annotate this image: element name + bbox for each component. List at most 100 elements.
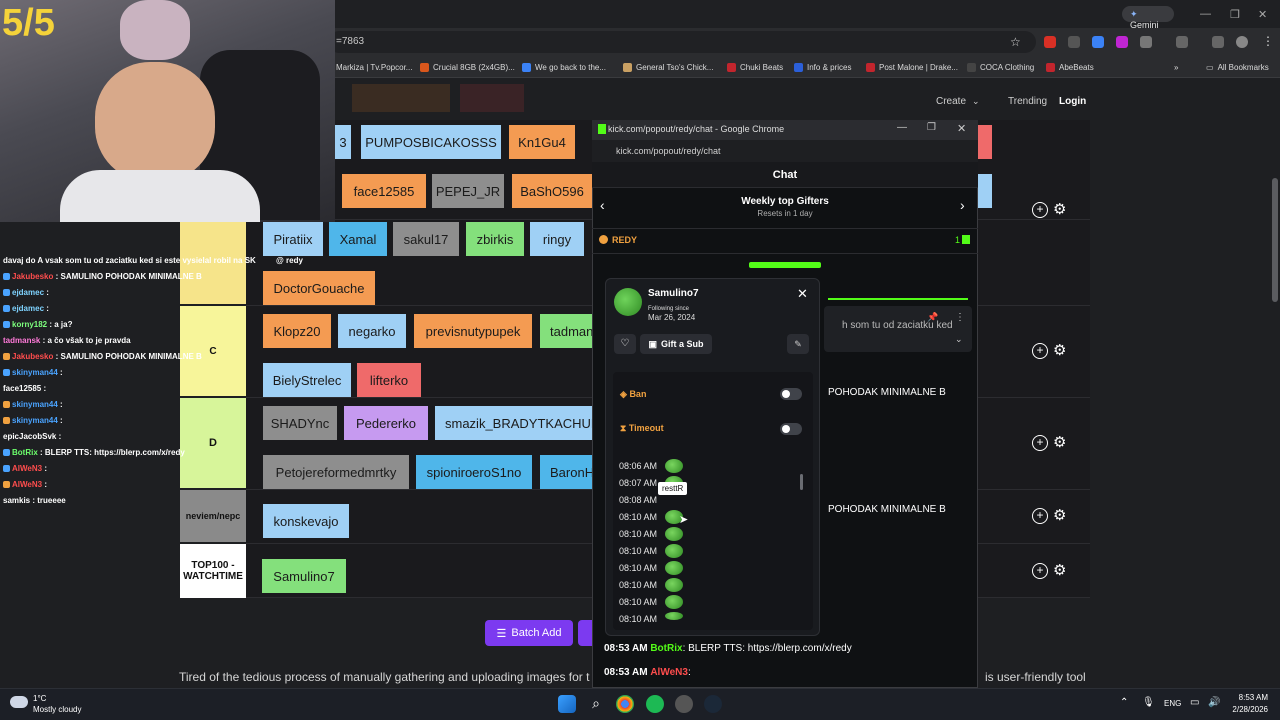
steam-icon[interactable] (704, 695, 722, 713)
chevron-right-icon[interactable]: › (960, 197, 965, 213)
chevron-left-icon[interactable]: ‹ (600, 197, 605, 213)
minimize-icon[interactable]: — (1200, 8, 1211, 20)
extension-icon[interactable] (1044, 36, 1056, 48)
more-icon[interactable]: ⋮ (955, 312, 965, 323)
downloads-icon[interactable] (1212, 36, 1224, 48)
bookmark-item[interactable]: COCA Clothing (967, 60, 1034, 74)
menu-icon[interactable]: ⋮ (1262, 34, 1274, 48)
bookmark-item[interactable]: We go back to the... (522, 60, 606, 74)
messages-scrollbar[interactable] (800, 474, 803, 490)
extension-icon[interactable] (1068, 36, 1080, 48)
extension-icon[interactable] (1092, 36, 1104, 48)
tier-item[interactable]: SHADYnc (263, 406, 337, 440)
tier-item[interactable]: spioniroeroS1no (416, 455, 532, 489)
tier-item[interactable]: tadmansk (540, 314, 592, 348)
nav-create[interactable]: Create (936, 96, 966, 107)
maximize-icon[interactable]: ❐ (927, 122, 936, 133)
tier-item[interactable] (978, 125, 992, 159)
user-name[interactable]: Samulino7 (648, 288, 699, 299)
tier-item[interactable]: face12585 (342, 174, 426, 208)
ban-toggle[interactable] (780, 388, 802, 400)
mention-button[interactable]: ✎ (787, 334, 809, 354)
close-icon[interactable]: ✕ (1258, 8, 1267, 21)
bookmark-item[interactable]: Markiza | Tv.Popcor... (336, 60, 412, 74)
bookmark-item[interactable]: AbeBeats (1046, 60, 1094, 74)
tier-item[interactable]: lifterko (357, 363, 421, 397)
add-icon[interactable]: + (1032, 435, 1048, 451)
tier-item[interactable]: Xamal (329, 222, 387, 256)
network-icon[interactable]: ▭ (1190, 697, 1199, 708)
bookmark-item[interactable]: Crucial 8GB (2x4GB)... (420, 60, 515, 74)
tier-item[interactable]: BaronH (540, 455, 592, 489)
popout-address-bar[interactable]: kick.com/popout/redy/chat (592, 140, 978, 162)
add-icon[interactable]: + (1032, 202, 1048, 218)
tier-item[interactable]: PEPEJ_JR (432, 174, 504, 208)
add-icon[interactable]: + (1032, 343, 1048, 359)
tier-item[interactable]: zbirkis (466, 222, 524, 256)
tier-item[interactable]: Petojereformedmrtky (263, 455, 409, 489)
gear-icon[interactable]: ⚙ (1053, 561, 1066, 579)
bookmark-item[interactable]: General Tso's Chick... (623, 60, 713, 74)
tier-item[interactable]: 3 (335, 125, 351, 159)
sidepanel-icon[interactable] (1176, 36, 1188, 48)
gear-icon[interactable]: ⚙ (1053, 506, 1066, 524)
tier-item[interactable]: sakul17 (393, 222, 459, 256)
spotify-icon[interactable] (646, 695, 664, 713)
all-bookmarks-button[interactable]: ▭ All Bookmarks (1206, 60, 1269, 74)
bookmark-item[interactable]: Info & prices (794, 60, 851, 74)
extension-icon[interactable] (1116, 36, 1128, 48)
tier-item[interactable]: negarko (338, 314, 406, 348)
windows-start-icon[interactable] (558, 695, 576, 713)
tier-item[interactable]: Samulino7 (262, 559, 346, 593)
tier-item[interactable]: Kn1Gu4 (509, 125, 575, 159)
tier-item[interactable]: Klopz20 (263, 314, 331, 348)
language-indicator[interactable]: ENG (1164, 699, 1181, 708)
nav-trending[interactable]: Trending (1008, 96, 1047, 107)
tier-item[interactable]: PUMPOSBICAKOSSS (361, 125, 501, 159)
add-icon[interactable]: + (1032, 563, 1048, 579)
follow-button[interactable]: ♡ (614, 334, 636, 354)
app-icon[interactable] (675, 695, 693, 713)
weather-description[interactable]: Mostly cloudy (33, 705, 81, 714)
close-icon[interactable]: ✕ (797, 286, 808, 302)
timeout-toggle[interactable] (780, 423, 802, 435)
add-icon[interactable]: + (1032, 508, 1048, 524)
clock-time[interactable]: 8:53 AM (1228, 693, 1268, 702)
tier-item[interactable] (978, 174, 992, 208)
nav-login[interactable]: Login (1059, 96, 1086, 107)
tier-item[interactable]: DoctorGouache (263, 271, 375, 305)
tier-item[interactable]: previsnutypupek (414, 314, 532, 348)
batch-add-button[interactable]: ☰ Batch Add (485, 620, 573, 646)
address-bar[interactable]: =7863 (328, 31, 1036, 53)
chevron-up-icon[interactable]: ⌃ (1120, 697, 1128, 708)
gear-icon[interactable]: ⚙ (1053, 341, 1066, 359)
chevron-down-icon[interactable]: ⌄ (955, 334, 963, 345)
secondary-button[interactable] (578, 620, 592, 646)
bookmark-star-icon[interactable]: ☆ (1010, 35, 1021, 49)
gift-sub-button[interactable]: ▣ Gift a Sub (640, 334, 712, 354)
maximize-icon[interactable]: ❐ (1230, 8, 1240, 21)
tier-item[interactable]: Piratiix (263, 222, 323, 256)
bookmark-item[interactable]: Chuki Beats (727, 60, 783, 74)
clock-date[interactable]: 2/28/2026 (1228, 705, 1268, 714)
tier-item[interactable]: smazik_BRADYTKACHUK_ (435, 406, 592, 440)
gear-icon[interactable]: ⚙ (1053, 200, 1066, 218)
profile-avatar[interactable] (1236, 36, 1248, 48)
chevron-right-icon[interactable]: » (1174, 60, 1178, 74)
close-icon[interactable]: ✕ (957, 122, 966, 135)
mic-icon[interactable]: 🎙 (1142, 697, 1155, 708)
puzzle-icon[interactable] (1140, 36, 1152, 48)
tier-item[interactable]: BielyStrelec (263, 363, 351, 397)
weather-temperature[interactable]: 1°C (33, 694, 46, 703)
search-icon[interactable]: ⌕ (587, 695, 605, 713)
tier-item[interactable]: BaShO596 (512, 174, 592, 208)
bookmark-item[interactable]: Post Malone | Drake... (866, 60, 958, 74)
tier-item[interactable]: ringy (530, 222, 584, 256)
chrome-icon[interactable] (616, 695, 634, 713)
gemini-button[interactable]: ✦ Gemini (1122, 6, 1174, 30)
tier-item[interactable]: Pedererko (344, 406, 428, 440)
volume-icon[interactable]: 🔊 (1208, 697, 1220, 708)
page-scrollbar[interactable] (1272, 178, 1278, 302)
tier-item[interactable]: konskevajo (263, 504, 349, 538)
minimize-icon[interactable]: — (897, 122, 907, 133)
